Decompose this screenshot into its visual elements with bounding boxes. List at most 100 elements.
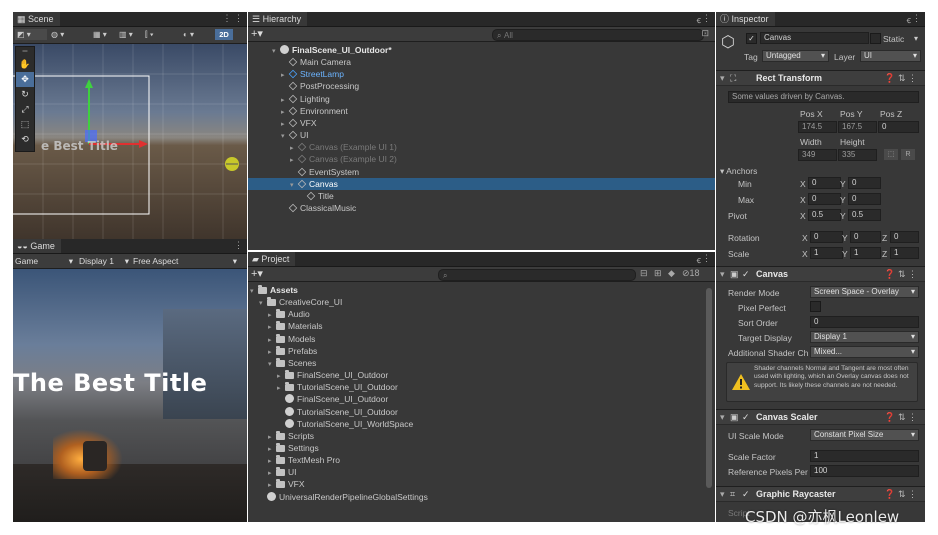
tree-row[interactable]: Title bbox=[248, 190, 715, 202]
search-by-label-icon[interactable]: ⊞ bbox=[654, 268, 662, 279]
transform-tool-icon[interactable]: ⟲ bbox=[16, 132, 34, 147]
tab-inspector[interactable]: ⓘ Inspector bbox=[716, 12, 775, 26]
height-field[interactable]: 335 bbox=[838, 149, 877, 161]
scale-y-field[interactable]: 1 bbox=[850, 247, 881, 259]
scene-viewport[interactable]: e Best Title ═ ✋ ✥ ↻ ⤢ ⬚ ⟲ bbox=[13, 44, 247, 239]
width-field[interactable]: 349 bbox=[798, 149, 837, 161]
rotation-z-field[interactable]: 0 bbox=[890, 231, 919, 243]
project-search-input[interactable]: ⌕ bbox=[438, 269, 636, 281]
tree-row[interactable]: EventSystem bbox=[248, 166, 715, 178]
lock-icon[interactable]: ꞓ bbox=[697, 13, 701, 26]
component-menu-icon[interactable]: ❓ ⇅ ⋮ bbox=[884, 410, 917, 424]
tab-hierarchy[interactable]: ☰ Hierarchy bbox=[248, 12, 308, 26]
enabled-checkbox[interactable]: ✓ bbox=[742, 487, 750, 501]
scale-tool-icon[interactable]: ⤢ bbox=[16, 102, 34, 117]
canvas-component-header[interactable]: ▾ ▣ ✓ Canvas ❓ ⇅ ⋮ bbox=[716, 266, 925, 282]
tree-row[interactable]: ▸ StreetLamp bbox=[248, 68, 715, 80]
active-checkbox[interactable]: ✓ bbox=[746, 33, 757, 44]
tab-project[interactable]: ▰ Project bbox=[248, 252, 296, 266]
layer-dropdown[interactable]: UI bbox=[860, 50, 921, 62]
lock-icon[interactable]: ꞓ bbox=[697, 253, 701, 266]
ui-scale-mode-dropdown[interactable]: Constant Pixel Size bbox=[810, 429, 919, 441]
kebab-menu-icon[interactable]: ⋮ bbox=[912, 13, 921, 24]
tree-row[interactable]: ▾ Canvas bbox=[248, 177, 715, 190]
rotation-y-field[interactable]: 0 bbox=[850, 231, 881, 243]
component-menu-icon[interactable]: ❓ ⇅ ⋮ bbox=[884, 71, 917, 85]
rect-tool-icon[interactable]: ⬚ bbox=[16, 117, 34, 132]
tree-row[interactable]: ▸ Environment bbox=[248, 105, 715, 117]
render-icon[interactable]: ⫿ ▾ bbox=[145, 29, 169, 40]
rotation-x-field[interactable]: 0 bbox=[810, 231, 843, 243]
hand-tool-icon[interactable]: ✋ bbox=[16, 57, 34, 72]
scale-x-field[interactable]: 1 bbox=[810, 247, 843, 259]
chevron-down-icon[interactable]: ▾ bbox=[914, 34, 918, 43]
tree-row[interactable]: ▸ FinalScene_UI_Outdoor bbox=[248, 369, 706, 381]
tree-row[interactable]: ▸ Materials bbox=[248, 320, 706, 332]
hierarchy-search-input[interactable]: ⌕ All bbox=[492, 29, 704, 41]
search-by-type-icon[interactable]: ⊟ bbox=[640, 268, 648, 279]
tree-row[interactable]: ▸ Models bbox=[248, 333, 706, 345]
rotate-tool-icon[interactable]: ↻ bbox=[16, 87, 34, 102]
max-y-field[interactable]: 0 bbox=[848, 193, 881, 205]
tree-row[interactable]: ▸ Scripts bbox=[248, 430, 706, 442]
sort-order-field[interactable]: 0 bbox=[810, 316, 919, 328]
target-display-dropdown[interactable]: Display 1 bbox=[810, 331, 919, 343]
draw-mode-dropdown[interactable]: ◩ ▾ bbox=[15, 29, 47, 40]
lock-icon[interactable]: ꞓ bbox=[907, 13, 911, 26]
tab-scene[interactable]: ▦ Scene bbox=[13, 12, 60, 26]
pixel-perfect-checkbox[interactable] bbox=[810, 301, 821, 312]
tree-row[interactable]: ▾ Assets bbox=[248, 284, 706, 296]
grid-snap-icon[interactable]: ▦ ▾ bbox=[93, 29, 115, 40]
anchors-foldout[interactable]: ▾ Anchors bbox=[720, 166, 757, 177]
min-y-field[interactable]: 0 bbox=[848, 177, 881, 189]
tree-row[interactable]: ▸ Canvas (Example UI 2) bbox=[248, 153, 715, 165]
add-button[interactable]: +▾ bbox=[251, 27, 263, 41]
tree-row[interactable]: ▸ TextMesh Pro bbox=[248, 454, 706, 466]
tree-row[interactable]: FinalScene_UI_Outdoor bbox=[248, 393, 706, 405]
component-menu-icon[interactable]: ❓ ⇅ ⋮ bbox=[884, 267, 917, 281]
globe-icon[interactable]: ◍ ▾ bbox=[51, 29, 75, 40]
pivot-y-field[interactable]: 0.5 bbox=[848, 209, 881, 221]
aspect-dropdown[interactable]: Free Aspect ▾ bbox=[133, 256, 243, 266]
kebab-menu-icon[interactable]: ⋮ bbox=[702, 253, 711, 264]
shading-icon[interactable]: ◐ ▾ bbox=[183, 29, 211, 40]
tree-row[interactable]: ▸ Canvas (Example UI 1) bbox=[248, 141, 715, 153]
object-name-field[interactable]: Canvas bbox=[760, 32, 869, 44]
tab-game[interactable]: ◒◒ Game bbox=[13, 239, 61, 253]
blueprint-mode-button[interactable]: ⬚ bbox=[884, 149, 898, 160]
tree-row[interactable]: Main Camera bbox=[248, 56, 715, 68]
tree-row[interactable]: PostProcessing bbox=[248, 80, 715, 92]
enabled-checkbox[interactable]: ✓ bbox=[742, 267, 750, 281]
scene-visibility-icon[interactable]: ⊡ bbox=[701, 28, 709, 39]
tree-row[interactable]: ▸ Audio bbox=[248, 308, 706, 320]
tree-row[interactable]: ▸ TutorialScene_UI_Outdoor bbox=[248, 381, 706, 393]
pivot-x-field[interactable]: 0.5 bbox=[808, 209, 841, 221]
2d-toggle-button[interactable]: 2D bbox=[215, 29, 233, 40]
kebab-menu-icon[interactable]: ⋮ bbox=[234, 240, 243, 251]
enabled-checkbox[interactable]: ✓ bbox=[742, 410, 750, 424]
graphic-raycaster-header[interactable]: ▾ ⌗ ✓ Graphic Raycaster ❓ ⇅ ⋮ bbox=[716, 486, 925, 502]
min-x-field[interactable]: 0 bbox=[808, 177, 841, 189]
display-dropdown[interactable]: Display 1 ▾ bbox=[79, 256, 129, 266]
max-x-field[interactable]: 0 bbox=[808, 193, 841, 205]
project-scrollbar[interactable] bbox=[706, 288, 712, 488]
tag-dropdown[interactable]: Untagged bbox=[762, 50, 829, 62]
move-tool-icon[interactable]: ✥ bbox=[16, 72, 34, 87]
pos-z-field[interactable]: 0 bbox=[878, 121, 919, 133]
palette-grip-icon[interactable]: ═ bbox=[16, 47, 34, 57]
tree-row[interactable]: ▸ Prefabs bbox=[248, 345, 706, 357]
static-checkbox[interactable] bbox=[870, 33, 881, 44]
pos-y-field[interactable]: 167.5 bbox=[838, 121, 877, 133]
tree-row[interactable]: ▾ Scenes bbox=[248, 357, 706, 369]
tag-icon[interactable]: ◆ bbox=[668, 268, 675, 279]
add-button[interactable]: +▾ bbox=[251, 267, 263, 281]
tree-row[interactable]: ▸ VFX bbox=[248, 117, 715, 129]
game-viewport[interactable]: The Best Title bbox=[13, 269, 247, 522]
tree-row[interactable]: ▸ VFX bbox=[248, 478, 706, 490]
scale-z-field[interactable]: 1 bbox=[890, 247, 919, 259]
component-menu-icon[interactable]: ❓ ⇅ ⋮ bbox=[884, 487, 917, 501]
kebab-menu-icon[interactable]: ⋮ ⋮ bbox=[222, 13, 243, 24]
tree-row[interactable]: ▸ Settings bbox=[248, 442, 706, 454]
canvas-scaler-header[interactable]: ▾ ▣ ✓ Canvas Scaler ❓ ⇅ ⋮ bbox=[716, 409, 925, 425]
render-mode-dropdown[interactable]: Screen Space - Overlay bbox=[810, 286, 919, 298]
